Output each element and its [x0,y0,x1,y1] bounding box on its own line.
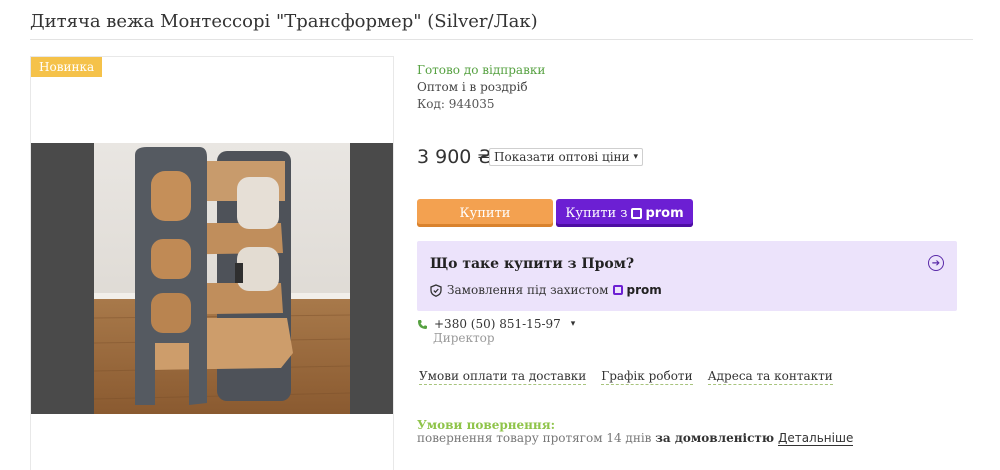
product-price: 3 900 ₴ [417,146,493,168]
protected-order-label: Замовлення під захистом [447,283,609,297]
link-schedule[interactable]: Графік роботи [601,369,693,385]
wholesale-price-select-label: Показати оптові ціни [494,150,630,164]
prom-info-title: Що таке купити з Пром? [430,256,635,272]
title-divider [30,39,973,40]
shield-icon [430,283,442,297]
new-badge: Новинка [31,57,103,77]
availability-status: Готово до відправки [417,63,546,77]
product-image[interactable] [31,143,393,414]
wholesale-note: Оптом і в роздріб [417,80,528,94]
phone-dropdown[interactable]: +380 (50) 851-15-97 ▾ [417,317,575,331]
page-title: Дитяча вежа Монтессорі "Трансформер" (Si… [30,11,538,32]
prom-logo: prom [631,206,684,221]
info-links: Умови оплати та доставки Графік роботи А… [419,369,833,385]
protected-order-note: Замовлення під захистом prom [430,283,662,297]
phone-icon [418,319,427,329]
contact-role: Директор [433,331,495,345]
return-details-link[interactable]: Детальніше [777,431,854,446]
chevron-down-icon: ▾ [633,152,639,162]
wholesale-price-select[interactable]: Показати оптові ціни ▾ [489,148,644,166]
product-code: Код: 944035 [417,97,495,111]
phone-number[interactable]: +380 (50) 851-15-97 [434,317,561,331]
return-agreement: за домовленістю [655,431,775,445]
prom-logo: prom [613,283,662,297]
buy-button[interactable]: Купити [417,199,553,227]
link-address-contacts[interactable]: Адреса та контакти [707,369,833,385]
arrow-right-circle-icon[interactable]: ➔ [928,255,944,271]
return-conditions-text: повернення товару протягом 14 днів за до… [417,431,854,446]
return-conditions-title: Умови повернення: [417,418,556,432]
buy-with-prom-button[interactable]: Купити з prom [556,199,693,227]
chevron-down-icon[interactable]: ▾ [571,319,576,329]
link-payment-delivery[interactable]: Умови оплати та доставки [419,369,587,385]
return-period: повернення товару протягом 14 днів [417,431,652,445]
buy-with-prom-label: Купити з [565,205,628,221]
prom-info-box[interactable]: Що таке купити з Пром? ➔ Замовлення під … [417,241,957,311]
